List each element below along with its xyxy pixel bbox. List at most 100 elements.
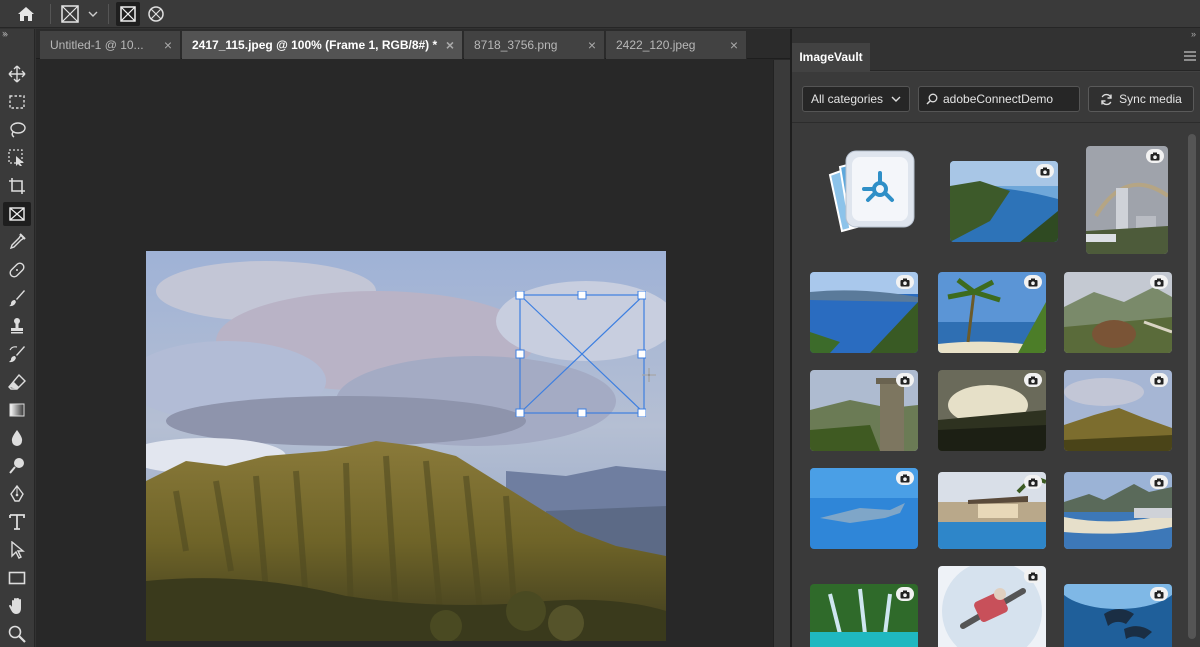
- thumbnail-scrollbar[interactable]: [1188, 134, 1196, 639]
- camera-icon: [1028, 478, 1038, 486]
- thumbnail-mountain-barrel[interactable]: [1064, 272, 1172, 353]
- thumbnail-sunset-valley[interactable]: [938, 370, 1046, 451]
- stamp-icon: [11, 318, 23, 334]
- chevron-down-icon: [88, 11, 98, 17]
- home-button[interactable]: [14, 3, 38, 25]
- thumbnail-imagevault-logo[interactable]: [812, 145, 922, 235]
- category-dropdown-value: All categories: [811, 92, 884, 106]
- lasso-icon: [10, 122, 26, 138]
- camera-icon: [1154, 376, 1164, 384]
- document-area: » Untitled-1 @ 10... × 2417_115.jpeg @ 1…: [2, 28, 790, 647]
- type-tool[interactable]: [3, 510, 31, 534]
- eraser-icon: [8, 373, 26, 390]
- blur-tool[interactable]: [3, 426, 31, 450]
- gradient-icon: [9, 403, 25, 417]
- search-input[interactable]: adobeConnectDemo: [918, 86, 1080, 112]
- document-image[interactable]: [146, 251, 666, 641]
- canvas-vertical-scrollbar[interactable]: [773, 60, 790, 647]
- history-brush-tool[interactable]: [3, 342, 31, 366]
- camera-icon: [1150, 152, 1160, 160]
- thumbnail-city-rainbow[interactable]: [1086, 146, 1168, 254]
- thumbnail-beach-city[interactable]: [1064, 472, 1172, 549]
- eraser-tool[interactable]: [3, 370, 31, 394]
- move-cursor-icon: [642, 368, 656, 382]
- thumbnail-pool-house[interactable]: [938, 472, 1046, 549]
- water-drop-icon: [11, 430, 23, 446]
- tab-2422-120-jpeg[interactable]: 2422_120.jpeg ×: [606, 31, 747, 59]
- clone-stamp-tool[interactable]: [3, 314, 31, 338]
- marquee-tool[interactable]: [3, 90, 31, 114]
- rectangle-frame-icon: [120, 6, 136, 22]
- tab-close-button[interactable]: ×: [588, 37, 596, 53]
- panel-body: All categories adobeConnectDemo Sync med…: [792, 72, 1200, 647]
- tool-preset-picker[interactable]: [60, 2, 102, 26]
- search-icon: [926, 93, 938, 105]
- tab-close-button[interactable]: ×: [164, 37, 172, 53]
- hand-tool[interactable]: [3, 594, 31, 618]
- pen-tool[interactable]: [3, 482, 31, 506]
- thumbnail-green-ridge[interactable]: [1064, 370, 1172, 451]
- pen-icon: [10, 485, 24, 502]
- panel-collapse-button[interactable]: »: [1191, 29, 1196, 39]
- camera-icon: [900, 376, 910, 384]
- thumbnail-palm-beach[interactable]: [938, 272, 1046, 353]
- thumbnail-ocean-coast[interactable]: [810, 272, 918, 353]
- tab-2417-115-jpeg[interactable]: 2417_115.jpeg @ 100% (Frame 1, RGB/8#) *…: [182, 31, 463, 59]
- camera-badge: [1146, 149, 1164, 163]
- tab-label: 8718_3756.png: [474, 38, 558, 52]
- dodge-icon: [9, 458, 24, 474]
- crop-icon: [9, 178, 25, 194]
- dodge-tool[interactable]: [3, 454, 31, 478]
- tab-close-button[interactable]: ×: [730, 37, 738, 53]
- ellipse-frame-button[interactable]: [144, 2, 168, 26]
- camera-badge: [1024, 569, 1042, 583]
- thumbnail-underwater-shark[interactable]: [810, 468, 918, 549]
- camera-badge: [896, 471, 914, 485]
- gradient-tool[interactable]: [3, 398, 31, 422]
- thumbnail-cliff-tower[interactable]: [810, 370, 918, 451]
- camera-badge: [1024, 475, 1042, 489]
- options-separator: [108, 4, 109, 24]
- home-icon: [18, 7, 34, 21]
- frame-placeholder[interactable]: [514, 291, 646, 417]
- rectangle-tool[interactable]: [3, 566, 31, 590]
- rectangle-frame-button[interactable]: [116, 2, 140, 26]
- imagevault-logo-icon: [828, 150, 915, 233]
- camera-badge: [896, 275, 914, 289]
- frame-tool[interactable]: [3, 202, 31, 226]
- camera-icon: [1028, 376, 1038, 384]
- category-dropdown[interactable]: All categories: [802, 86, 910, 112]
- thumbnail-waterfall[interactable]: [810, 584, 918, 647]
- crop-tool[interactable]: [3, 174, 31, 198]
- tab-untitled-1[interactable]: Untitled-1 @ 10... ×: [40, 31, 181, 59]
- zoom-tool[interactable]: [3, 622, 31, 646]
- thumbnail-diving-dolphins[interactable]: [1064, 584, 1172, 647]
- tabs-collapse[interactable]: »: [2, 28, 7, 38]
- rectangular-marquee-icon: [9, 95, 25, 109]
- lasso-tool[interactable]: [3, 118, 31, 142]
- path-selection-icon: [11, 541, 25, 559]
- zoom-icon: [8, 625, 26, 643]
- photoshop-window: » » Untitled-1 @ 10... × 2417_115.jpeg @…: [0, 0, 1200, 647]
- sync-media-label: Sync media: [1119, 92, 1182, 106]
- camera-badge: [1150, 373, 1168, 387]
- tab-8718-3756-png[interactable]: 8718_3756.png ×: [464, 31, 605, 59]
- thumbnail-snowboarder[interactable]: [938, 566, 1046, 647]
- object-selection-tool[interactable]: [3, 146, 31, 170]
- healing-tool[interactable]: [3, 258, 31, 282]
- panel-header: »: [792, 29, 1200, 43]
- tab-imagevault[interactable]: ImageVault: [792, 43, 870, 71]
- thumbnail-coastal-cliff[interactable]: [950, 161, 1058, 242]
- brush-tool[interactable]: [3, 286, 31, 310]
- panel-menu-icon[interactable]: [1184, 51, 1196, 61]
- camera-badge: [896, 587, 914, 601]
- path-selection-tool[interactable]: [3, 538, 31, 562]
- sync-icon: [1101, 93, 1112, 105]
- sync-media-button[interactable]: Sync media: [1088, 86, 1194, 112]
- tab-close-button[interactable]: ×: [446, 37, 454, 53]
- move-tool[interactable]: [3, 62, 31, 86]
- object-selection-icon: [8, 149, 24, 166]
- hand-icon: [9, 598, 21, 614]
- eyedropper-tool[interactable]: [3, 230, 31, 254]
- frame-icon: [9, 207, 25, 221]
